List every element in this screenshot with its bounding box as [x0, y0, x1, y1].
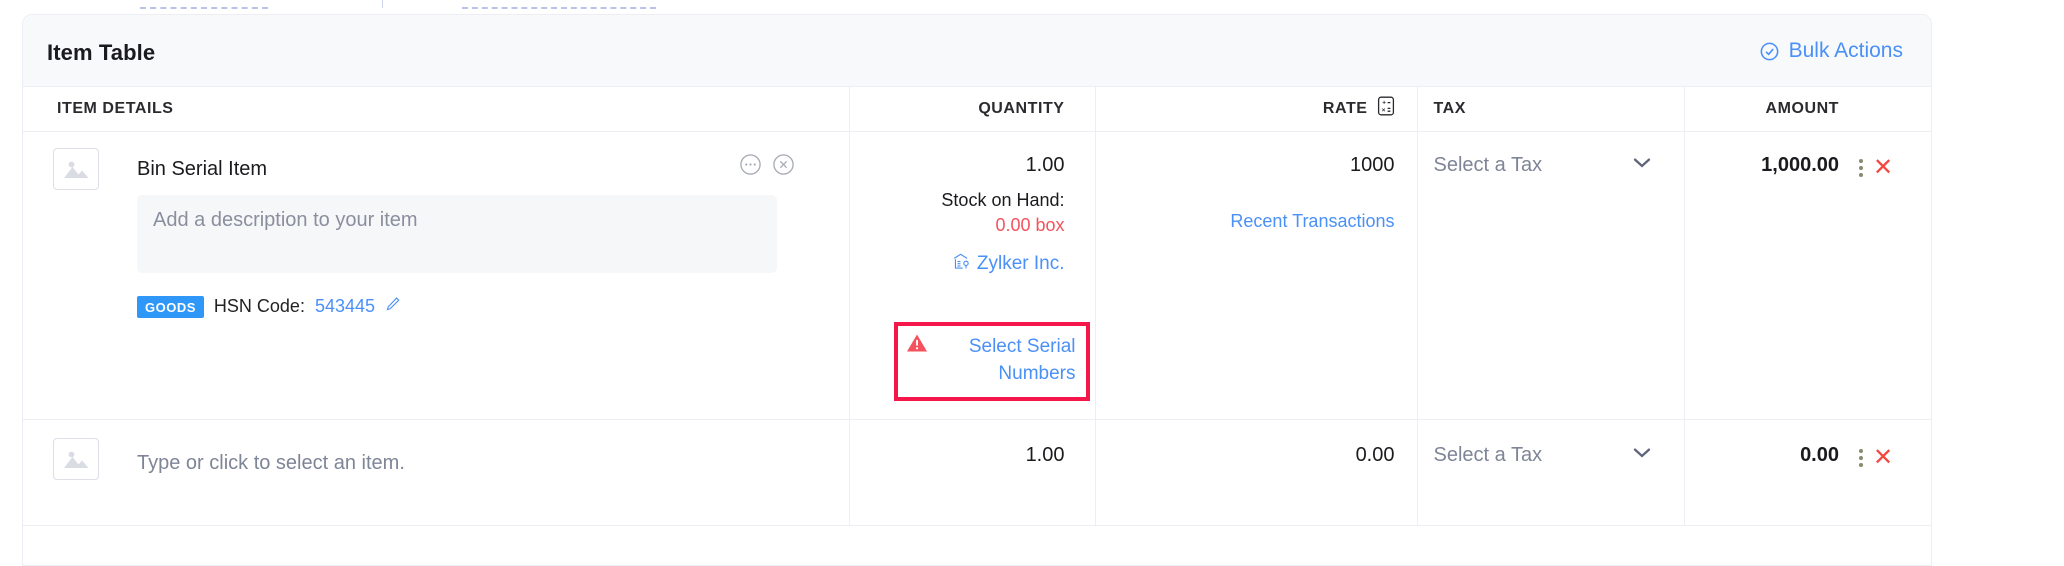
- item-description-input[interactable]: [137, 194, 777, 273]
- image-placeholder-icon[interactable]: [53, 147, 99, 190]
- ellipsis-circle-icon[interactable]: [739, 153, 762, 181]
- vertical-dots-icon[interactable]: [1859, 448, 1863, 467]
- item-details-cell: Type or click to select an item.: [23, 419, 849, 526]
- row-actions-cell: ✕: [1839, 419, 1931, 526]
- table-row: Bin Serial Item Add a description to you…: [23, 131, 1931, 420]
- stock-on-hand-label: Stock on Hand:: [941, 189, 1065, 210]
- tax-dropdown[interactable]: Select a Tax: [1434, 154, 1652, 177]
- item-details-cell: Bin Serial Item Add a description to you…: [23, 131, 849, 420]
- tax-dropdown-label: Select a Tax: [1433, 443, 1543, 466]
- tax-cell: Select a Tax: [1416, 419, 1684, 526]
- select-serial-numbers-highlight: Select Serial Numbers: [893, 321, 1090, 401]
- table-header-row: ITEM DETAILS QUANTITY RATE + × TAX AMOUN…: [23, 87, 1931, 132]
- bulk-actions-label: Bulk Actions: [1788, 39, 1903, 62]
- quantity-value[interactable]: 1.00: [850, 154, 1065, 177]
- tax-dropdown[interactable]: Select a Tax: [1434, 444, 1652, 467]
- item-name[interactable]: Bin Serial Item: [137, 146, 827, 181]
- quantity-cell: 1.00: [848, 419, 1095, 526]
- x-icon[interactable]: ✕: [1873, 155, 1893, 180]
- column-header-quantity: QUANTITY: [848, 87, 1095, 132]
- rate-value[interactable]: 1000: [1096, 154, 1395, 177]
- card-header: Item Table Bulk Actions: [23, 15, 1931, 87]
- select-serial-numbers-label: Select Serial Numbers: [968, 335, 1076, 385]
- bulk-actions-button[interactable]: Bulk Actions: [1759, 39, 1903, 63]
- partial-form-fields-strip: [0, 0, 2064, 12]
- rate-cell: 1000 Recent Transactions: [1094, 131, 1417, 420]
- quantity-cell: 1.00 Stock on Hand: 0.00 box Zylker Inc.…: [848, 131, 1095, 420]
- tax-dropdown-label: Select a Tax: [1433, 153, 1543, 176]
- item-table: ITEM DETAILS QUANTITY RATE + × TAX AMOUN…: [23, 87, 1931, 526]
- dashed-field-right: [462, 0, 656, 9]
- chevron-down-icon: [1632, 446, 1652, 464]
- svg-text:×: ×: [1381, 107, 1385, 114]
- amount-cell: 0.00: [1683, 419, 1839, 526]
- item-meta-row: GOODS HSN Code: 543445: [137, 295, 827, 318]
- recent-transactions-link[interactable]: Recent Transactions: [1096, 211, 1394, 232]
- column-header-item-details: ITEM DETAILS: [23, 87, 849, 132]
- column-header-rate: RATE + ×: [1094, 87, 1417, 132]
- select-serial-numbers-link[interactable]: Select Serial Numbers: [906, 333, 1076, 388]
- item-select-input[interactable]: Type or click to select an item.: [137, 436, 849, 475]
- status-badge: GOODS: [137, 295, 204, 318]
- item-table-card: Item Table Bulk Actions ITEM DETAILS QUA…: [22, 14, 1932, 566]
- quantity-value[interactable]: 1.00: [1026, 444, 1065, 466]
- warehouse-link[interactable]: Zylker Inc.: [850, 252, 1065, 277]
- chevron-down-icon: [1632, 156, 1652, 174]
- stock-on-hand-value: 0.00 box: [995, 214, 1065, 235]
- hsn-code-label: HSN Code:: [213, 296, 305, 316]
- warning-triangle-icon: [906, 333, 928, 362]
- tax-cell: Select a Tax: [1416, 131, 1684, 420]
- column-header-rate-label: RATE: [1322, 99, 1368, 117]
- amount-cell: 1,000.00: [1683, 131, 1839, 420]
- image-placeholder-icon[interactable]: [53, 437, 99, 480]
- table-row: Type or click to select an item. 1.00 0.…: [23, 419, 1931, 526]
- column-header-tax: TAX: [1416, 87, 1684, 132]
- page-title: Item Table: [47, 40, 156, 65]
- rate-value[interactable]: 0.00: [1356, 444, 1395, 466]
- check-circle-icon: [1759, 41, 1780, 62]
- x-icon[interactable]: ✕: [1873, 445, 1893, 470]
- row-actions-cell: ✕: [1839, 131, 1931, 420]
- pencil-icon[interactable]: [385, 296, 401, 317]
- vertical-dots-icon[interactable]: [1859, 158, 1863, 177]
- svg-text:+: +: [1382, 100, 1386, 107]
- calculator-icon[interactable]: + ×: [1377, 96, 1395, 121]
- dashed-field-left: [140, 0, 268, 9]
- warehouse-name: Zylker Inc.: [976, 253, 1065, 274]
- hsn-code-value[interactable]: 543445: [315, 296, 375, 317]
- rate-cell: 0.00: [1094, 419, 1417, 526]
- amount-value: 0.00: [1800, 443, 1839, 466]
- close-circle-icon[interactable]: [772, 153, 795, 181]
- dashed-field-tick: [382, 0, 383, 8]
- column-header-actions: [1839, 87, 1931, 132]
- warehouse-location-icon: [952, 252, 971, 277]
- column-header-amount: AMOUNT: [1683, 87, 1839, 132]
- amount-value: 1,000.00: [1761, 153, 1839, 176]
